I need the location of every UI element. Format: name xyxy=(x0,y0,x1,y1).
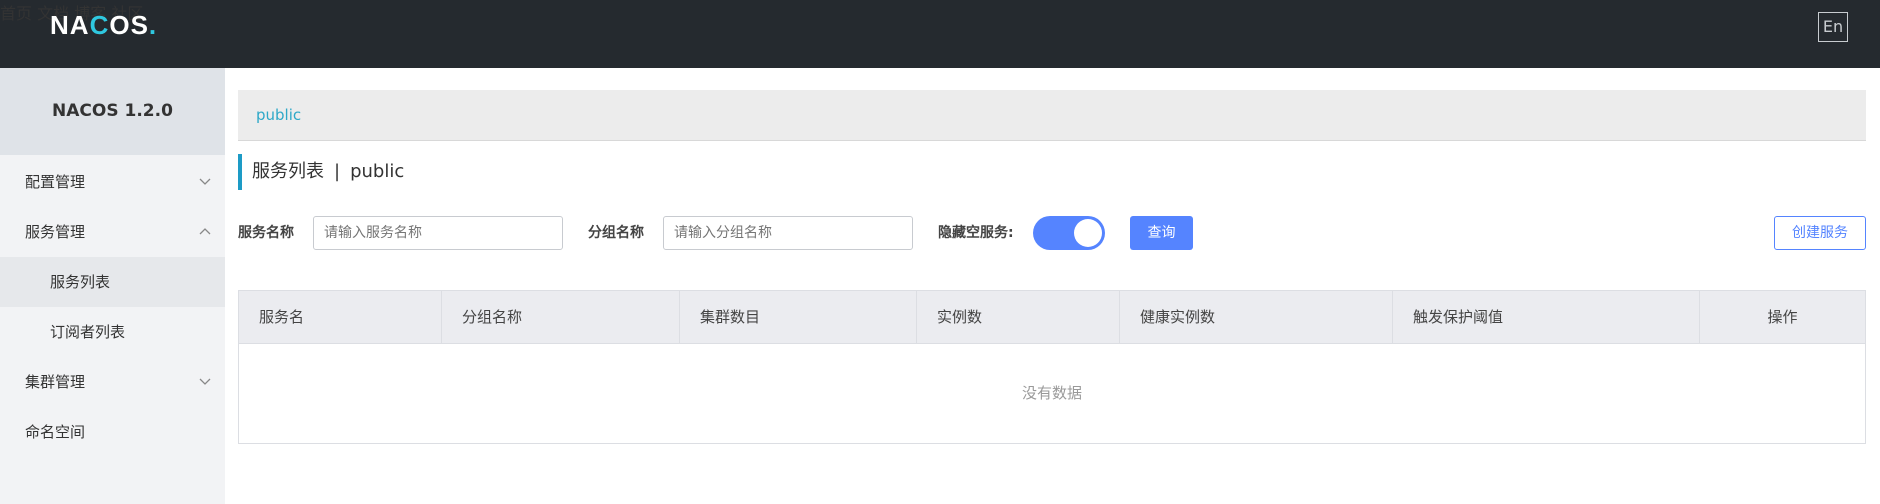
column-header-healthy-instance-count: 健康实例数 xyxy=(1120,291,1393,343)
nav-home-link[interactable]: 首页 xyxy=(0,4,32,23)
sidebar-item-label: 服务列表 xyxy=(50,273,111,291)
sidebar: NACOS 1.2.0 配置管理 服务管理 服务列表 订阅者列表 集群管理 命名… xyxy=(0,68,225,504)
sidebar-item-cluster-management[interactable]: 集群管理 xyxy=(0,357,225,407)
column-header-actions: 操作 xyxy=(1767,308,1798,326)
namespace-link-public[interactable]: public xyxy=(256,106,301,124)
top-navbar: NACOS. 首页 文档 博客 社区 En xyxy=(0,0,1880,68)
nacos-logo[interactable]: NACOS. xyxy=(50,10,157,41)
sidebar-item-service-list[interactable]: 服务列表 xyxy=(0,257,225,307)
logo-dot: . xyxy=(148,10,158,40)
language-switch-button[interactable]: En xyxy=(1818,12,1848,42)
sidebar-item-label: 服务管理 xyxy=(25,223,86,241)
column-header-service-name: 服务名 xyxy=(239,291,442,343)
sidebar-item-config-management[interactable]: 配置管理 xyxy=(0,157,225,207)
column-header-cluster-count: 集群数目 xyxy=(680,291,917,343)
page-title-namespace: public xyxy=(350,161,405,182)
sidebar-title: NACOS 1.2.0 xyxy=(0,68,225,155)
sidebar-item-label: 订阅者列表 xyxy=(50,323,126,341)
service-name-input[interactable] xyxy=(313,216,563,250)
hide-empty-service-label: 隐藏空服务: xyxy=(938,225,1014,241)
create-service-button[interactable]: 创建服务 xyxy=(1774,216,1866,250)
service-table: 服务名 分组名称 集群数目 实例数 健康实例数 触发保护阈值 操作 没有数据 xyxy=(238,290,1866,444)
logo-text-left: NA xyxy=(50,10,90,40)
service-name-label: 服务名称 xyxy=(238,225,294,241)
toggle-knob xyxy=(1074,219,1102,247)
column-header-group-name: 分组名称 xyxy=(442,291,680,343)
namespace-breadcrumb: public xyxy=(238,90,1866,141)
page-title-text: 服务列表 xyxy=(252,161,324,182)
page-title: 服务列表 | public xyxy=(238,154,404,190)
table-header: 服务名 分组名称 集群数目 实例数 健康实例数 触发保护阈值 操作 xyxy=(239,291,1865,344)
hide-empty-service-toggle[interactable] xyxy=(1033,216,1105,250)
sidebar-item-namespace[interactable]: 命名空间 xyxy=(0,407,225,457)
title-separator: | xyxy=(334,161,341,182)
sidebar-item-label: 配置管理 xyxy=(25,173,86,191)
sidebar-item-subscriber-list[interactable]: 订阅者列表 xyxy=(0,307,225,357)
table-empty-state: 没有数据 xyxy=(1021,384,1082,402)
sidebar-item-label: 命名空间 xyxy=(25,423,86,441)
query-button[interactable]: 查询 xyxy=(1130,216,1193,250)
logo-text-right: OS xyxy=(109,10,149,40)
group-name-label: 分组名称 xyxy=(588,225,644,241)
column-header-protect-threshold: 触发保护阈值 xyxy=(1393,291,1700,343)
column-header-instance-count: 实例数 xyxy=(917,291,1120,343)
group-name-input[interactable] xyxy=(663,216,913,250)
logo-text-mid: C xyxy=(89,10,110,40)
sidebar-item-label: 集群管理 xyxy=(25,373,86,391)
sidebar-item-service-management[interactable]: 服务管理 xyxy=(0,207,225,257)
